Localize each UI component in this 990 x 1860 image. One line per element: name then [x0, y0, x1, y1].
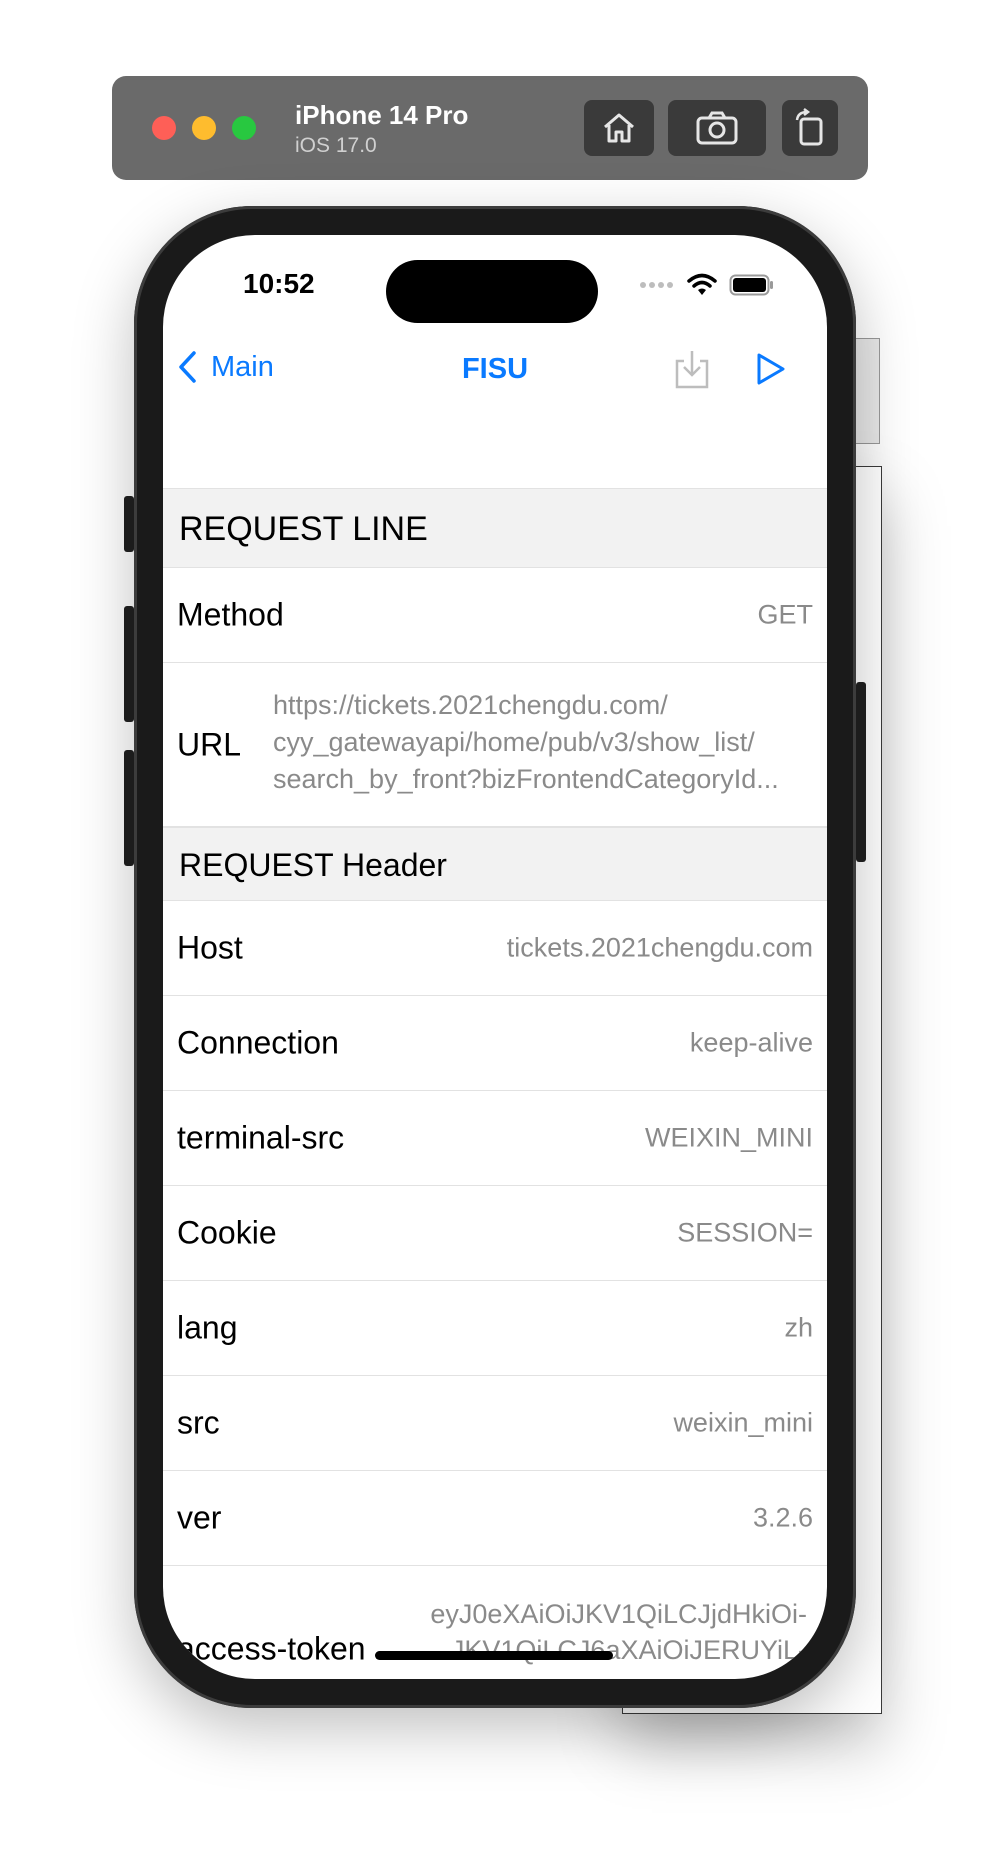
- dynamic-island: [386, 260, 598, 323]
- row-key: Cookie: [177, 1214, 277, 1251]
- url-line-2: cyy_gatewayapi/home/pub/v3/show_list/: [273, 727, 755, 757]
- row-value: weixin_mini: [673, 1407, 813, 1438]
- row-url[interactable]: URL https://tickets.2021chengdu.com/ cyy…: [163, 663, 827, 827]
- device-os-version: iOS 17.0: [295, 134, 377, 157]
- row-key: URL: [177, 726, 242, 762]
- row-host[interactable]: Host tickets.2021chengdu.com: [163, 901, 827, 996]
- row-terminal-src[interactable]: terminal-src WEIXIN_MINI: [163, 1091, 827, 1186]
- row-key: Connection: [177, 1024, 339, 1061]
- url-line-1: https://tickets.2021chengdu.com/: [273, 690, 668, 720]
- play-button[interactable]: [751, 347, 787, 396]
- row-value: WEIXIN_MINI: [644, 1122, 813, 1153]
- battery-icon: [729, 274, 773, 296]
- row-connection[interactable]: Connection keep-alive: [163, 996, 827, 1091]
- camera-icon: [696, 111, 738, 145]
- row-value: tickets.2021chengdu.com: [506, 932, 813, 963]
- row-key: Host: [177, 929, 243, 966]
- home-indicator[interactable]: [375, 1651, 613, 1660]
- row-ver[interactable]: ver 3.2.6: [163, 1471, 827, 1566]
- play-icon: [757, 353, 785, 385]
- status-time: 10:52: [243, 268, 315, 299]
- row-value: GET: [757, 599, 813, 630]
- screenshot-button[interactable]: [668, 100, 766, 156]
- row-access-token[interactable]: access-token eyJ0eXAiOiJKV1QiLCJjdHkiOi-…: [163, 1566, 827, 1679]
- volume-up-button: [124, 606, 134, 722]
- phone-frame: 10:52 Main FISU REQUEST LINE Method GET …: [124, 206, 866, 1708]
- home-icon: [604, 113, 634, 143]
- row-method[interactable]: Method GET: [163, 568, 827, 663]
- row-value: 3.2.6: [752, 1502, 813, 1533]
- row-key: lang: [177, 1309, 238, 1346]
- phone-screen: 10:52 Main FISU REQUEST LINE Method GET …: [163, 235, 827, 1679]
- row-value: keep-alive: [689, 1027, 813, 1058]
- section-header-request-header: REQUEST Header: [163, 827, 827, 901]
- row-key: terminal-src: [177, 1119, 345, 1156]
- row-value: zh: [784, 1312, 813, 1343]
- simulator-toolbar: iPhone 14 Pro iOS 17.0: [112, 76, 868, 180]
- token-line-1: eyJ0eXAiOiJKV1QiLCJjdHkiOi-: [430, 1599, 807, 1629]
- row-cookie[interactable]: Cookie SESSION=: [163, 1186, 827, 1281]
- token-line-2: JKV1QiLCJ6aXAiOiJERUYiL-: [450, 1635, 807, 1665]
- navigation-bar: Main FISU: [163, 335, 827, 405]
- section-header-request-line: REQUEST LINE: [163, 488, 827, 568]
- page-title: FISU: [461, 353, 529, 385]
- row-key: ver: [177, 1499, 222, 1536]
- url-line-3: search_by_front?bizFrontendCategoryId...: [273, 764, 779, 794]
- zoom-window-button[interactable]: [232, 116, 256, 140]
- status-icons: [639, 273, 775, 297]
- download-icon: [675, 351, 709, 389]
- rotate-icon: [795, 108, 823, 146]
- download-button[interactable]: [671, 347, 713, 396]
- home-button[interactable]: [584, 100, 654, 156]
- action-button: [124, 496, 134, 552]
- row-key: access-token: [177, 1630, 366, 1667]
- minimize-window-button[interactable]: [192, 116, 216, 140]
- device-name: iPhone 14 Pro: [295, 100, 469, 130]
- row-value: SESSION=: [677, 1217, 813, 1248]
- rotate-button[interactable]: [782, 100, 838, 156]
- url-value: https://tickets.2021chengdu.com/ cyy_gat…: [273, 687, 813, 798]
- row-key: src: [177, 1404, 220, 1441]
- signal-dots-icon: [640, 282, 673, 288]
- row-src[interactable]: src weixin_mini: [163, 1376, 827, 1471]
- wifi-icon: [687, 273, 717, 295]
- close-window-button[interactable]: [152, 116, 176, 140]
- row-key: Method: [177, 596, 284, 633]
- power-button: [856, 682, 866, 862]
- volume-down-button: [124, 750, 134, 866]
- row-lang[interactable]: lang zh: [163, 1281, 827, 1376]
